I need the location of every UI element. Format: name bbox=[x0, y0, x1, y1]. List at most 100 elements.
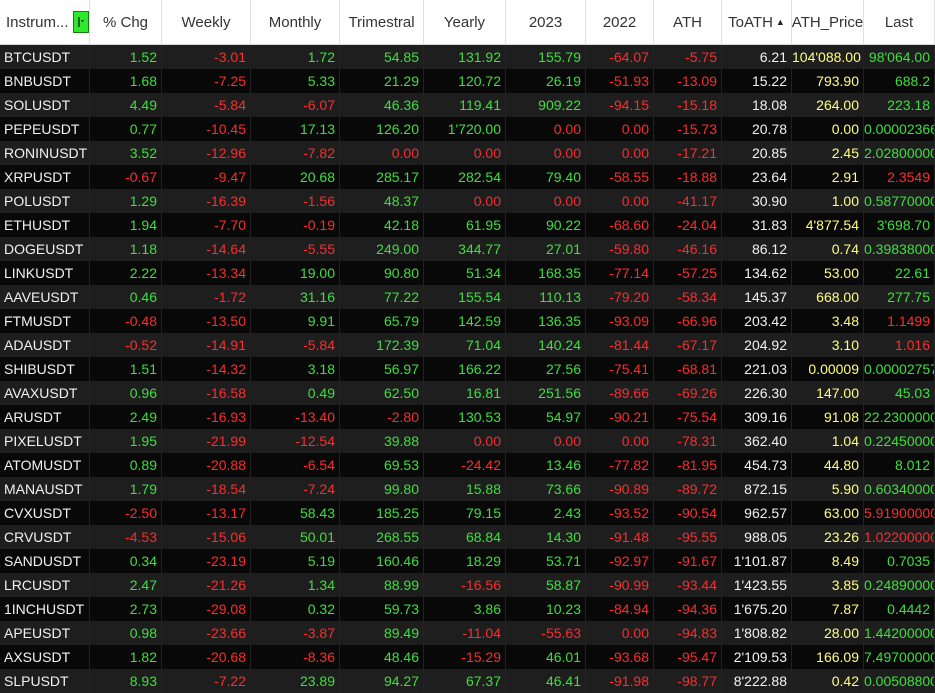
column-header-label: Last bbox=[884, 13, 914, 31]
cell-ath-price: 147.00 bbox=[792, 381, 864, 405]
cell-toath: 15.22 bbox=[722, 69, 792, 93]
cell-yearly: -15.29 bbox=[424, 645, 506, 669]
cell-yearly: 61.95 bbox=[424, 213, 506, 237]
table-row[interactable]: SOLUSDT 4.49 -5.84 -6.07 46.36 119.41 909.22 -9… bbox=[0, 93, 935, 117]
cell-chg: 1.95 bbox=[90, 429, 162, 453]
column-header-2023[interactable]: 2023 bbox=[506, 0, 586, 44]
cell-last: 22.61 bbox=[864, 261, 935, 285]
cell-trimestral: 48.46 bbox=[340, 645, 424, 669]
table-row[interactable]: AAVEUSDT 0.46 -1.72 31.16 77.22 155.54 110.13-… bbox=[0, 285, 935, 309]
cell-instrum: MANAUSDT bbox=[0, 477, 90, 501]
table-row[interactable]: ETHUSDT 1.94 -7.70 -0.19 42.18 61.95 90.22 -68.… bbox=[0, 213, 935, 237]
table-row[interactable]: ARUSDT 2.49 -16.93 -13.40 -2.80 130.53 54.97 -9… bbox=[0, 405, 935, 429]
column-header-2022[interactable]: 2022 bbox=[586, 0, 654, 44]
cell-2022: -90.21 bbox=[586, 405, 654, 429]
cell-2022: -92.97 bbox=[586, 549, 654, 573]
cell-monthly: 50.01 bbox=[251, 525, 340, 549]
column-header-toath[interactable]: ToATH ▲ bbox=[722, 0, 792, 44]
column-header-instrum[interactable]: Instrum... bbox=[0, 0, 90, 44]
cell-instrum: SLPUSDT bbox=[0, 669, 90, 693]
cell-weekly: -9.47 bbox=[162, 165, 251, 189]
cell-ath-price: 8.49 bbox=[792, 549, 864, 573]
table-row[interactable]: AXSUSDT 1.82 -20.68 -8.36 48.46 -15.29 46.01 -9… bbox=[0, 645, 935, 669]
table-row[interactable]: PIXELUSDT 1.95 -21.99 -12.54 39.88 0.00 0.00 0.… bbox=[0, 429, 935, 453]
cell-toath: 1'101.87 bbox=[722, 549, 792, 573]
cell-chg: 4.49 bbox=[90, 93, 162, 117]
table-row[interactable]: RONINUSDT 3.52 -12.96 -7.82 0.00 0.00 0.00 0.00… bbox=[0, 141, 935, 165]
table-row[interactable]: LINKUSDT 2.22 -13.34 19.00 90.80 51.34 168.35-… bbox=[0, 261, 935, 285]
cell-weekly: -7.70 bbox=[162, 213, 251, 237]
table-row[interactable]: ADAUSDT -0.52 -14.91 -5.84 172.39 71.04 140.24… bbox=[0, 333, 935, 357]
cell-weekly: -14.64 bbox=[162, 237, 251, 261]
cell-ath: -89.72 bbox=[654, 477, 722, 501]
column-header-chg[interactable]: % Chg bbox=[90, 0, 162, 44]
cell-trimestral: 77.22 bbox=[340, 285, 424, 309]
table-row[interactable]: SLPUSDT 8.93 -7.22 23.89 94.27 67.37 46.41 -91.… bbox=[0, 669, 935, 693]
column-header-trimestral[interactable]: Trimestral bbox=[340, 0, 424, 44]
cell-weekly: -18.54 bbox=[162, 477, 251, 501]
cell-2022: -94.15 bbox=[586, 93, 654, 117]
table-row[interactable]: SANDUSDT 0.34 -23.19 5.19 160.46 18.29 53.71 -9… bbox=[0, 549, 935, 573]
cell-yearly: -16.56 bbox=[424, 573, 506, 597]
table-row[interactable]: XRPUSDT -0.67 -9.47 20.68 285.17 282.54 79.40-… bbox=[0, 165, 935, 189]
table-row[interactable]: AVAXUSDT 0.96 -16.58 0.49 62.50 16.81 251.56 -8… bbox=[0, 381, 935, 405]
cell-monthly: 3.18 bbox=[251, 357, 340, 381]
cell-ath-price: 264.00 bbox=[792, 93, 864, 117]
cell-trimestral: 89.49 bbox=[340, 621, 424, 645]
table-row[interactable]: CRVUSDT -4.53 -15.06 50.01 268.55 68.84 14.30-… bbox=[0, 525, 935, 549]
cell-weekly: -5.84 bbox=[162, 93, 251, 117]
column-header-weekly[interactable]: Weekly bbox=[162, 0, 251, 44]
table-row[interactable]: PEPEUSDT 0.77 -10.45 17.13 126.20 1'720.00 0.0… bbox=[0, 117, 935, 141]
cell-2023: 909.22 bbox=[506, 93, 586, 117]
cell-2022: -77.14 bbox=[586, 261, 654, 285]
cell-2023: 0.00 bbox=[506, 429, 586, 453]
column-header-last[interactable]: Last bbox=[864, 0, 935, 44]
cell-instrum: AAVEUSDT bbox=[0, 285, 90, 309]
cell-last: 0.00508800 bbox=[864, 669, 935, 693]
table-row[interactable]: FTMUSDT -0.48 -13.50 9.91 65.79 142.59 136.35-… bbox=[0, 309, 935, 333]
cell-instrum: CRVUSDT bbox=[0, 525, 90, 549]
filter-icon[interactable] bbox=[72, 11, 89, 33]
table-row[interactable]: DOGEUSDT 1.18 -14.64 -5.55 249.00 344.77 27.01… bbox=[0, 237, 935, 261]
cell-2023: 54.97 bbox=[506, 405, 586, 429]
cell-ath: -66.96 bbox=[654, 309, 722, 333]
table-row[interactable]: CVXUSDT -2.50 -13.17 58.43 185.25 79.15 2.43 -9… bbox=[0, 501, 935, 525]
table-row[interactable]: BNBUSDT 1.68 -7.25 5.33 21.29 120.72 26.19 -51.… bbox=[0, 69, 935, 93]
cell-ath: -24.04 bbox=[654, 213, 722, 237]
cell-weekly: -16.93 bbox=[162, 405, 251, 429]
column-header-ath[interactable]: ATH bbox=[654, 0, 722, 44]
table-row[interactable]: ATOMUSDT 0.89 -20.88 -6.54 69.53 -24.42 13.46-… bbox=[0, 453, 935, 477]
cell-toath: 134.62 bbox=[722, 261, 792, 285]
table-row[interactable]: MANAUSDT 1.79 -18.54 -7.24 99.80 15.88 73.66 -9… bbox=[0, 477, 935, 501]
table-row[interactable]: LRCUSDT 2.47 -21.26 1.34 88.99 -16.56 58.87 -90… bbox=[0, 573, 935, 597]
cell-2022: -64.07 bbox=[586, 45, 654, 69]
cell-chg: 2.22 bbox=[90, 261, 162, 285]
cell-last: 0.60340000 bbox=[864, 477, 935, 501]
table-row[interactable]: SHIBUSDT 1.51 -14.32 3.18 56.97 166.22 27.56 -7… bbox=[0, 357, 935, 381]
cell-ath-price: 2.45 bbox=[792, 141, 864, 165]
column-header-ath-price[interactable]: ATH_Price bbox=[792, 0, 864, 44]
cell-ath: -69.26 bbox=[654, 381, 722, 405]
cell-ath: -13.09 bbox=[654, 69, 722, 93]
cell-chg: 0.34 bbox=[90, 549, 162, 573]
cell-chg: -0.48 bbox=[90, 309, 162, 333]
cell-2022: -58.55 bbox=[586, 165, 654, 189]
table-row[interactable]: POLUSDT 1.29 -16.39 -1.56 48.37 0.00 0.00 0.00-… bbox=[0, 189, 935, 213]
table-row[interactable]: APEUSDT 0.98 -23.66 -3.87 89.49 -11.04 -55.63 0… bbox=[0, 621, 935, 645]
cell-ath-price: 53.00 bbox=[792, 261, 864, 285]
cell-weekly: -12.96 bbox=[162, 141, 251, 165]
cell-yearly: -24.42 bbox=[424, 453, 506, 477]
cell-yearly: 68.84 bbox=[424, 525, 506, 549]
table-row[interactable]: BTCUSDT 1.52 -3.01 1.72 54.85 131.92 155.79 -64… bbox=[0, 45, 935, 69]
cell-chg: 1.79 bbox=[90, 477, 162, 501]
cell-toath: 1'808.82 bbox=[722, 621, 792, 645]
cell-2022: -91.48 bbox=[586, 525, 654, 549]
cell-trimestral: 185.25 bbox=[340, 501, 424, 525]
column-header-monthly[interactable]: Monthly bbox=[251, 0, 340, 44]
cell-ath: -81.95 bbox=[654, 453, 722, 477]
column-header-yearly[interactable]: Yearly bbox=[424, 0, 506, 44]
cell-ath: -93.44 bbox=[654, 573, 722, 597]
cell-yearly: 15.88 bbox=[424, 477, 506, 501]
cell-ath-price: 0.74 bbox=[792, 237, 864, 261]
table-row[interactable]: 1INCHUSDT 2.73 -29.08 0.32 59.73 3.86 10.23 -84… bbox=[0, 597, 935, 621]
